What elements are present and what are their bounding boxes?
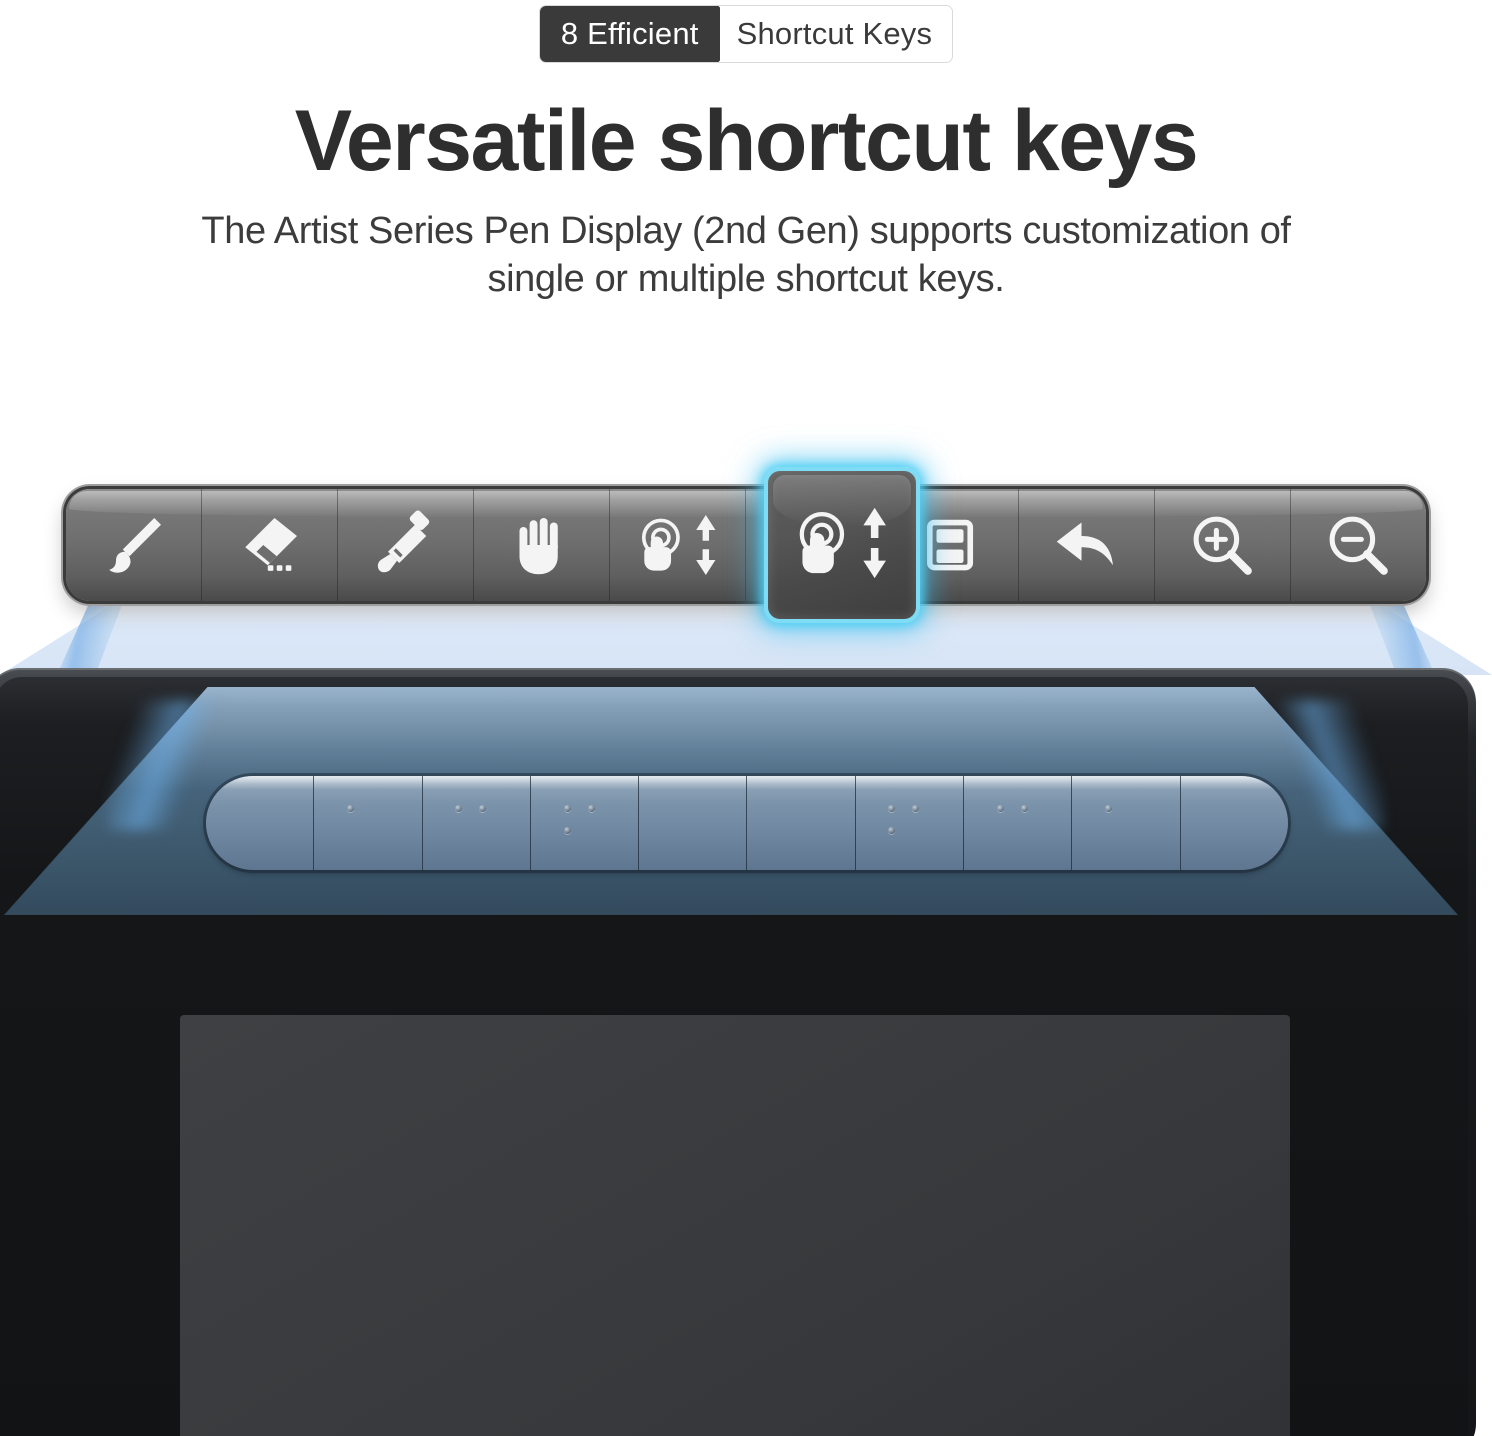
badge-container: 8 Efficient Shortcut Keys <box>0 5 1492 63</box>
toolbar-key-brush[interactable] <box>66 489 203 601</box>
toolbar-key-pan[interactable] <box>474 489 611 601</box>
key-dot <box>346 805 354 812</box>
key-dot <box>563 805 571 812</box>
badge-highlight-text: 8 Efficient <box>539 6 721 62</box>
scroll-touch-icon <box>632 509 724 581</box>
key-dot <box>563 827 571 834</box>
zoom-in-icon <box>1186 509 1258 581</box>
save-icon <box>914 509 986 581</box>
product-feature-banner: 8 Efficient Shortcut Keys Versatile shor… <box>0 0 1492 1436</box>
toolbar-key-scroll[interactable] <box>610 489 747 601</box>
device-screen <box>180 1015 1290 1436</box>
toolbar-key-eraser[interactable] <box>202 489 339 601</box>
key-dot <box>587 805 595 812</box>
toolbar-key-zoom-in[interactable] <box>1155 489 1291 601</box>
device-key-10[interactable] <box>1181 776 1288 870</box>
toolbar-key-eyedropper[interactable] <box>338 489 475 601</box>
key-dot <box>888 805 896 812</box>
zoom-out-icon <box>1322 509 1394 581</box>
device-key-9[interactable] <box>1072 776 1181 870</box>
key-dot <box>996 805 1004 812</box>
key-dot-marker <box>345 803 391 843</box>
eyedropper-icon <box>370 509 442 581</box>
undo-arrow-icon <box>1050 509 1122 581</box>
device-key-6[interactable] <box>747 776 856 870</box>
scroll-touch-icon <box>788 500 896 591</box>
hand-pan-icon <box>506 509 578 581</box>
key-dot <box>479 805 487 812</box>
toolbar-key-undo[interactable] <box>1019 489 1155 601</box>
key-dot-marker <box>1103 803 1149 843</box>
key-dot <box>912 805 920 812</box>
selected-shortcut-key[interactable] <box>764 467 920 623</box>
key-dot <box>455 805 463 812</box>
device-key-1[interactable] <box>206 776 315 870</box>
key-dot-marker <box>886 803 932 843</box>
key-dot-marker <box>995 803 1041 843</box>
device-key-4[interactable] <box>531 776 640 870</box>
badge-normal-text: Shortcut Keys <box>719 6 953 62</box>
device-key-2[interactable] <box>314 776 423 870</box>
device-key-5[interactable] <box>639 776 748 870</box>
page-title: Versatile shortcut keys <box>294 93 1199 189</box>
feature-badge: 8 Efficient Shortcut Keys <box>538 5 954 63</box>
key-dot <box>888 827 896 834</box>
page-subtitle: The Artist Series Pen Display (2nd Gen) … <box>201 210 1291 300</box>
eraser-icon <box>234 509 306 581</box>
toolbar-key-zoom-out[interactable] <box>1291 489 1426 601</box>
key-dot-marker <box>562 803 608 843</box>
device-key-7[interactable] <box>856 776 965 870</box>
key-dot <box>1105 805 1113 812</box>
key-dot-marker <box>453 803 499 843</box>
key-dot <box>1020 805 1028 812</box>
shortcut-key-toolbar[interactable] <box>66 489 1426 601</box>
device-shortcut-key-strip[interactable] <box>206 776 1288 870</box>
brush-icon <box>98 509 170 581</box>
device-key-3[interactable] <box>423 776 531 870</box>
light-field <box>0 600 1492 675</box>
device-key-8[interactable] <box>964 776 1073 870</box>
